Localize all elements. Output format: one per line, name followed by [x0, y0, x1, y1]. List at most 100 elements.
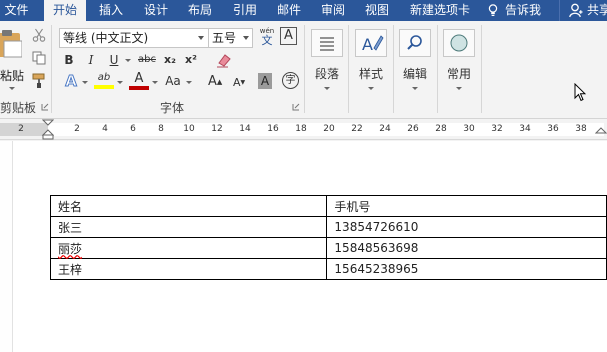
paragraph-align-icon	[320, 37, 334, 51]
table-header-cell[interactable]: 姓名	[49, 195, 328, 217]
subscript-button[interactable]: x₂	[163, 51, 177, 69]
ruler-tick-label: 30	[463, 124, 475, 134]
tab-review[interactable]: 审阅	[312, 0, 354, 21]
spellcheck-text: 丽莎	[58, 241, 83, 256]
dialog-launcher-icon[interactable]	[41, 103, 49, 111]
grow-font-button[interactable]: A▲	[208, 73, 222, 91]
font-color-button[interactable]: A	[129, 71, 149, 91]
change-case-button[interactable]: Aa	[163, 72, 183, 90]
text-effects-dropdown-arrow[interactable]	[82, 81, 88, 84]
table-header-row: 姓名 手机号	[49, 195, 607, 217]
tab-design[interactable]: 设计	[135, 0, 177, 21]
ruler-tick-label: 4	[102, 124, 108, 134]
highlight-dropdown-arrow[interactable]	[117, 81, 123, 84]
group-separator	[348, 25, 349, 113]
bold-button[interactable]: B	[62, 51, 76, 69]
font-name-combo[interactable]: 等线 (中文正文)	[59, 28, 209, 48]
font-name-dropdown-arrow[interactable]	[198, 36, 204, 40]
horizontal-ruler[interactable]: 2 2 4 6 8 10 12 14 16 18 20 22 24 26 28 …	[0, 119, 607, 140]
tab-file[interactable]: 文件	[0, 0, 33, 21]
tab-mailings[interactable]: 邮件	[268, 0, 310, 21]
tab-references[interactable]: 引用	[224, 0, 266, 21]
highlight-button[interactable]: ab	[94, 71, 114, 91]
share-person-icon	[569, 3, 583, 18]
clear-formatting-icon[interactable]	[216, 53, 232, 68]
italic-button[interactable]: I	[85, 51, 97, 69]
editing-label: 编辑	[402, 67, 427, 81]
ruler-tick-label: 6	[130, 124, 136, 134]
font-size-value: 五号	[212, 31, 237, 45]
ruler-tick-label: 20	[323, 124, 335, 134]
tabbar-divider	[559, 0, 560, 21]
paragraph-button[interactable]: 段落	[306, 25, 348, 97]
shrink-arrow-icon: ▼	[240, 79, 246, 86]
document-page[interactable]: 姓名 手机号 张三 13854726610 丽莎 15848563698 王梓 …	[12, 141, 607, 352]
tab-insert[interactable]: 插入	[90, 0, 132, 21]
group-separator	[481, 25, 482, 113]
superscript-button[interactable]: x²	[184, 51, 198, 69]
shrink-font-button[interactable]: A▼	[233, 75, 247, 91]
enclose-characters-button[interactable]: 字	[282, 72, 299, 89]
svg-text:A: A	[362, 35, 373, 54]
strikethrough-button[interactable]: abc	[136, 51, 158, 69]
table-header-cell[interactable]: 手机号	[326, 195, 607, 217]
table-cell[interactable]: 丽莎	[49, 237, 328, 259]
common-label: 常用	[446, 67, 471, 81]
format-painter-icon[interactable]	[32, 73, 46, 89]
font-size-dropdown-arrow[interactable]	[243, 36, 249, 40]
search-icon	[407, 35, 422, 50]
common-circle-icon	[450, 34, 468, 52]
table-row: 王梓 15645238965	[49, 258, 607, 280]
underline-button[interactable]: U	[107, 51, 121, 69]
table-cell[interactable]: 13854726610	[326, 216, 607, 238]
copy-icon[interactable]	[32, 51, 46, 65]
common-button[interactable]: 常用	[438, 25, 480, 97]
tab-view[interactable]: 视图	[356, 0, 398, 21]
table-cell[interactable]: 王梓	[49, 258, 328, 280]
ruler-tick-label: 18	[295, 124, 307, 134]
tab-home[interactable]: 开始	[44, 0, 86, 21]
phonetic-guide-button[interactable]: wén 文	[259, 27, 275, 47]
tab-layout[interactable]: 布局	[179, 0, 221, 21]
paragraph-label: 段落	[314, 67, 339, 81]
shrink-font-glyph: A	[233, 76, 241, 89]
paragraph-dropdown-arrow	[324, 87, 330, 90]
ruler-tick-label: 8	[158, 124, 164, 134]
grow-font-glyph: A	[208, 74, 217, 89]
share-button[interactable]: 共享	[587, 0, 607, 21]
font-name-value: 等线 (中文正文)	[63, 31, 149, 45]
editing-dropdown-arrow	[412, 87, 418, 90]
mouse-pointer-icon	[574, 83, 586, 102]
change-case-dropdown-arrow[interactable]	[186, 81, 192, 84]
ruler-tick-label: 16	[267, 124, 279, 134]
paste-button[interactable]: 粘贴	[0, 27, 26, 97]
ribbon-home: 粘贴 剪贴板 等线 (中文正文) 五号 wén 文 A B I U abc x₂…	[0, 21, 607, 119]
highlight-color-bar	[94, 85, 114, 89]
table-cell[interactable]: 15848563698	[326, 237, 607, 259]
ruler-tick-label: 2	[74, 124, 80, 134]
table-cell[interactable]: 张三	[49, 216, 328, 238]
paste-dropdown-arrow	[9, 87, 15, 90]
ruler-tick-label: 36	[547, 124, 559, 134]
table-row: 丽莎 15848563698	[49, 237, 607, 259]
font-dialog-launcher-icon[interactable]	[292, 103, 300, 111]
styles-button[interactable]: A 样式	[350, 25, 392, 97]
styles-dropdown-arrow	[368, 87, 374, 90]
tell-me-search[interactable]: 告诉我	[505, 0, 547, 21]
indent-marker-icon[interactable]	[42, 119, 54, 140]
character-border-button[interactable]: A	[280, 27, 297, 45]
ruler-tick-label: 22	[351, 124, 363, 134]
right-indent-marker-icon[interactable]	[595, 127, 607, 137]
font-color-dropdown-arrow[interactable]	[152, 81, 158, 84]
character-shading-button[interactable]: A	[258, 73, 272, 89]
ruler-tick-label: 10	[183, 124, 195, 134]
table-cell[interactable]: 15645238965	[326, 258, 607, 280]
group-separator	[51, 25, 52, 113]
tab-new-tab[interactable]: 新建选项卡	[402, 0, 478, 21]
cut-scissors-icon[interactable]	[32, 28, 46, 42]
text-effects-button[interactable]: A	[63, 72, 79, 91]
underline-dropdown-arrow[interactable]	[125, 59, 131, 62]
lightbulb-icon	[488, 4, 498, 16]
data-table[interactable]: 姓名 手机号 张三 13854726610 丽莎 15848563698 王梓 …	[49, 195, 607, 280]
editing-button[interactable]: 编辑	[394, 25, 436, 97]
